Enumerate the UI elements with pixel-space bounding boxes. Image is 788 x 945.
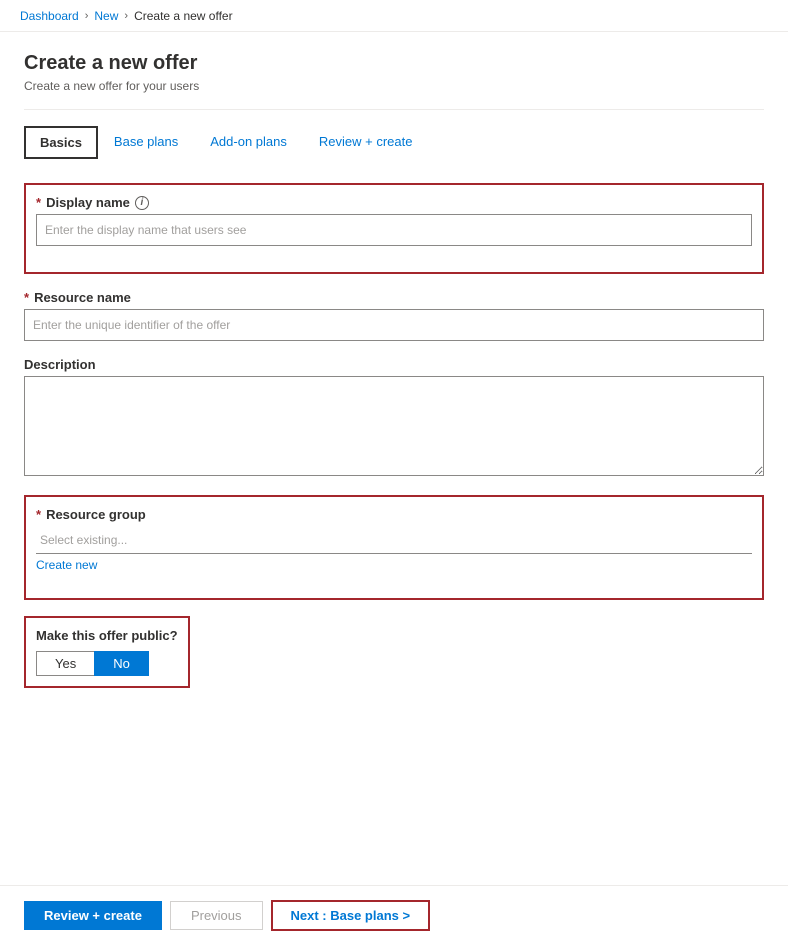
main-content: Create a new offer Create a new offer fo…	[0, 32, 788, 892]
create-new-link[interactable]: Create new	[36, 558, 97, 572]
resource-name-group: * Resource name	[24, 290, 764, 341]
make-public-toggle: Yes No	[36, 651, 178, 676]
tab-add-on-plans[interactable]: Add-on plans	[194, 126, 303, 159]
top-bar: Dashboard › New › Create a new offer	[0, 0, 788, 32]
make-public-box: Make this offer public? Yes No	[24, 616, 190, 688]
next-button[interactable]: Next : Base plans >	[271, 900, 431, 931]
section-divider	[24, 109, 764, 110]
resource-group-required: *	[36, 507, 41, 522]
description-textarea[interactable]	[24, 376, 764, 476]
display-name-label: * Display name i	[36, 195, 752, 210]
tab-basics[interactable]: Basics	[24, 126, 98, 159]
description-group: Description	[24, 357, 764, 479]
display-name-field-box: * Display name i	[24, 183, 764, 274]
resource-name-input[interactable]	[24, 309, 764, 341]
display-name-group: * Display name i	[36, 195, 752, 246]
breadcrumb-sep-2: ›	[124, 10, 128, 22]
make-public-label: Make this offer public?	[36, 628, 178, 643]
review-create-button[interactable]: Review + create	[24, 901, 162, 930]
resource-group-label: * Resource group	[36, 507, 752, 522]
display-name-required: *	[36, 195, 41, 210]
breadcrumb-current: Create a new offer	[134, 9, 233, 23]
page-title: Create a new offer	[24, 52, 764, 75]
breadcrumb-dashboard[interactable]: Dashboard	[20, 9, 79, 23]
display-name-input[interactable]	[36, 214, 752, 246]
breadcrumb-new[interactable]: New	[94, 9, 118, 23]
resource-group-box: * Resource group Create new	[24, 495, 764, 600]
bottom-bar: Review + create Previous Next : Base pla…	[0, 885, 788, 945]
breadcrumb-sep-1: ›	[85, 10, 89, 22]
breadcrumb: Dashboard › New › Create a new offer	[20, 9, 233, 23]
make-public-no-button[interactable]: No	[94, 651, 149, 676]
tab-review-create[interactable]: Review + create	[303, 126, 429, 159]
tab-base-plans[interactable]: Base plans	[98, 126, 194, 159]
description-label: Description	[24, 357, 764, 372]
resource-group-group: * Resource group Create new	[36, 507, 752, 572]
tabs-container: Basics Base plans Add-on plans Review + …	[24, 126, 764, 159]
previous-button: Previous	[170, 901, 263, 930]
resource-name-required: *	[24, 290, 29, 305]
page-subtitle: Create a new offer for your users	[24, 79, 764, 93]
make-public-yes-button[interactable]: Yes	[36, 651, 94, 676]
display-name-info-icon[interactable]: i	[135, 196, 149, 210]
resource-group-input[interactable]	[36, 526, 752, 554]
resource-name-label: * Resource name	[24, 290, 764, 305]
